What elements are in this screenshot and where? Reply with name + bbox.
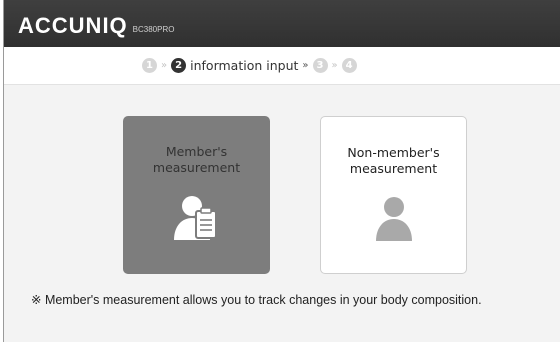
non-member-measurement-button[interactable]: Non-member's measurement bbox=[320, 116, 467, 274]
person-icon bbox=[369, 195, 419, 245]
step-indicator: 1 » 2 information input » 3 » 4 bbox=[4, 47, 560, 85]
step-separator: » bbox=[161, 60, 168, 71]
member-measurement-button[interactable]: Member's measurement bbox=[123, 116, 270, 274]
model-name: BC380PRO bbox=[132, 25, 175, 34]
brand-logo: ACCUNIQ bbox=[18, 13, 128, 38]
step-separator: » bbox=[302, 60, 309, 71]
non-member-measurement-label: Non-member's measurement bbox=[347, 145, 440, 176]
member-measurement-label: Member's measurement bbox=[152, 144, 241, 175]
step-1-badge: 1 bbox=[142, 58, 157, 73]
step-3-badge: 3 bbox=[312, 58, 328, 73]
current-step-label: information input bbox=[190, 58, 299, 73]
member-measurement-note: ※ Member's measurement allows you to tra… bbox=[31, 293, 482, 307]
step-4-badge: 4 bbox=[341, 58, 357, 73]
header-bar: ACCUNIQ BC380PRO bbox=[4, 0, 560, 47]
app-frame: ACCUNIQ BC380PRO 1 » 2 information input… bbox=[3, 0, 560, 342]
step-2-badge: 2 bbox=[171, 58, 187, 73]
step-separator: » bbox=[331, 60, 338, 71]
member-clipboard-icon bbox=[172, 194, 222, 244]
